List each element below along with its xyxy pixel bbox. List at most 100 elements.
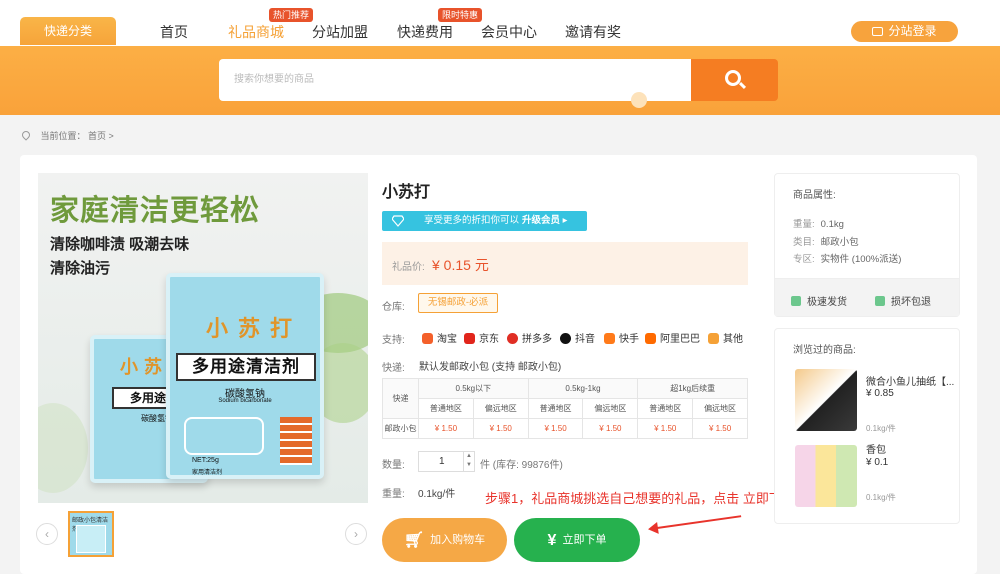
table-cell: ¥ 1.50 bbox=[527, 418, 584, 439]
history-item-price: ¥ 0.85 bbox=[866, 388, 894, 399]
sale-badge: 限时特惠 bbox=[438, 8, 483, 22]
weight-label: 重量: bbox=[382, 489, 405, 500]
vip-message: 享受更多的折扣你可以 bbox=[424, 215, 520, 226]
buy-now-button[interactable]: ¥ 立即下单 bbox=[514, 518, 640, 562]
attributes-panel: 商品属性: 重量: 0.1kg 类目: 邮政小包 专区: 实物件 (100%派送) 极… bbox=[774, 173, 960, 317]
diamond-icon bbox=[392, 215, 404, 227]
nav-fees[interactable]: 快递费用 bbox=[397, 22, 453, 42]
prev-image-button[interactable]: ‹ bbox=[36, 523, 58, 545]
location-icon bbox=[20, 129, 32, 141]
quantity-stepper[interactable]: 1 ▲ ▼ bbox=[418, 451, 475, 472]
package-brand: 小苏打 bbox=[206, 316, 303, 341]
nav-franchise[interactable]: 分站加盟 bbox=[312, 22, 368, 42]
product-thumbnail[interactable]: 邮政小包清洁剂 bbox=[68, 511, 114, 557]
platform-kuaishou: 快手 bbox=[604, 330, 639, 345]
nav-home[interactable]: 首页 bbox=[160, 22, 188, 42]
price-box: 礼品价: ¥ 0.15 元 bbox=[382, 242, 748, 285]
table-row: 邮政小包 ¥ 1.50 ¥ 1.50 ¥ 1.50 ¥ 1.50 ¥ 1.50 … bbox=[382, 418, 748, 439]
vip-upgrade-bar[interactable]: 享受更多的折扣你可以 升级会员 ▸ bbox=[382, 211, 587, 231]
stepper-arrows[interactable]: ▲ ▼ bbox=[463, 452, 474, 471]
shipping-text: 默认发邮政小包 (支持 邮政小包) bbox=[419, 362, 562, 373]
search-button[interactable] bbox=[691, 59, 778, 101]
package-title: 多用途清洁剂 bbox=[176, 353, 316, 381]
search-icon bbox=[725, 70, 741, 86]
step-annotation: 步骤1，礼品商城挑选自己想要的礼品，点击 立即下单 bbox=[485, 491, 795, 506]
nav-member[interactable]: 会员中心 bbox=[481, 22, 537, 42]
platform-douyin: 抖音 bbox=[560, 330, 595, 345]
support-label: 支持: bbox=[382, 335, 405, 346]
history-item-image[interactable] bbox=[795, 445, 857, 507]
add-to-cart-button[interactable]: 🛒︎ 加入购物车 bbox=[382, 518, 507, 562]
breadcrumb-home[interactable]: 首页 > bbox=[88, 131, 114, 141]
warehouse-option[interactable]: 无锡邮政-必派 bbox=[418, 293, 498, 313]
platform-alibaba: 阿里巴巴 bbox=[645, 330, 700, 345]
nav-invite[interactable]: 邀请有奖 bbox=[565, 22, 621, 42]
history-item-weight: 0.1kg/件 bbox=[866, 424, 896, 433]
shipping-label: 快递: bbox=[382, 363, 405, 374]
guarantee-fast: 极速发货 bbox=[791, 293, 847, 308]
next-image-button[interactable]: › bbox=[345, 523, 367, 545]
shipping-table: 快递 0.5kg以下 0.5kg-1kg 超1kg后续重 普通地区 偏远地区 普… bbox=[382, 378, 748, 439]
history-title: 浏览过的商品: bbox=[793, 345, 856, 356]
package-sub-en: Sodium bicarbonate bbox=[218, 398, 272, 404]
history-item-price: ¥ 0.1 bbox=[866, 457, 889, 468]
package-illustration bbox=[184, 417, 264, 455]
kuaishou-icon bbox=[604, 333, 615, 344]
cart-icon: 🛒︎ bbox=[403, 532, 425, 549]
attribute-row: 重量: 0.1kg bbox=[793, 219, 844, 230]
history-item-image[interactable] bbox=[795, 369, 857, 431]
table-subhead: 普通地区 bbox=[637, 398, 694, 419]
guarantee-bar: 极速发货 损坏包退 bbox=[775, 278, 959, 316]
table-corner: 快递 bbox=[382, 378, 419, 419]
table-subhead: 普通地区 bbox=[418, 398, 474, 419]
banner-decoration bbox=[631, 92, 647, 108]
package-net: NET:25g bbox=[192, 457, 219, 464]
table-group: 超1kg后续重 bbox=[637, 378, 748, 399]
alibaba-icon bbox=[645, 333, 656, 344]
qty-label: 数量: bbox=[382, 460, 405, 471]
table-cell: ¥ 1.50 bbox=[418, 418, 474, 439]
table-subhead: 偏远地区 bbox=[472, 398, 529, 419]
platform-jd: 京东 bbox=[464, 330, 499, 345]
station-login-button[interactable]: 分站登录 bbox=[851, 21, 958, 42]
table-subhead: 偏远地区 bbox=[692, 398, 748, 419]
shield-icon bbox=[791, 296, 801, 306]
price-value: ¥ 0.15 元 bbox=[432, 257, 489, 273]
nav-gift-mall[interactable]: 礼品商城 bbox=[228, 22, 284, 42]
platform-other: 其他 bbox=[708, 330, 743, 345]
attribute-row: 类目: 邮政小包 bbox=[793, 237, 859, 248]
table-subhead: 普通地区 bbox=[527, 398, 584, 419]
station-login-label: 分站登录 bbox=[888, 24, 937, 38]
search-input[interactable]: 搜索你想要的商品 bbox=[219, 59, 691, 101]
pinduoduo-icon bbox=[507, 333, 518, 344]
attributes-title: 商品属性: bbox=[793, 190, 836, 201]
history-panel: 浏览过的商品: 微合小鱼儿抽纸【... ¥ 0.85 0.1kg/件 香包 ¥ … bbox=[774, 328, 960, 524]
history-item-name[interactable]: 微合小鱼儿抽纸【... bbox=[866, 373, 954, 388]
guarantee-return: 损坏包退 bbox=[875, 293, 931, 308]
image-headline: 家庭清洁更轻松 bbox=[50, 195, 261, 227]
price-label: 礼品价: bbox=[392, 262, 425, 273]
table-group: 0.5kg以下 bbox=[418, 378, 529, 399]
add-to-cart-label: 加入购物车 bbox=[430, 534, 486, 546]
buy-now-label: 立即下单 bbox=[562, 534, 607, 546]
package-feature-list bbox=[280, 417, 312, 465]
product-image: 家庭清洁更轻松 清除咖啡渍 吸潮去味 清除油污 小苏打 多用途清洁 碳酸氢钠 小… bbox=[38, 173, 368, 503]
breadcrumb: 当前位置： 首页 > bbox=[20, 129, 114, 142]
vip-upgrade-link[interactable]: 升级会员 ▸ bbox=[522, 211, 567, 231]
image-line-1: 清除咖啡渍 吸潮去味 bbox=[50, 236, 190, 253]
warehouse-label: 仓库: bbox=[382, 302, 405, 313]
history-item-name[interactable]: 香包 bbox=[866, 441, 886, 456]
category-button[interactable]: 快递分类 bbox=[20, 17, 116, 45]
breadcrumb-label: 当前位置： bbox=[40, 131, 86, 141]
history-item-weight: 0.1kg/件 bbox=[866, 493, 896, 502]
table-cell: ¥ 1.50 bbox=[637, 418, 694, 439]
taobao-icon bbox=[422, 333, 433, 344]
image-line-2: 清除油污 bbox=[50, 260, 111, 277]
weight-value: 0.1kg/件 bbox=[418, 489, 456, 500]
table-subhead: 偏远地区 bbox=[582, 398, 639, 419]
package-front: 小苏打 多用途清洁剂 碳酸氢钠 Sodium bicarbonate NET:2… bbox=[166, 273, 324, 479]
thumbnail-package bbox=[76, 525, 106, 553]
stock-text: 件 (库存: 99876件) bbox=[480, 460, 563, 471]
yen-icon: ¥ bbox=[547, 532, 557, 549]
top-nav: 快递分类 首页 礼品商城 热门推荐 分站加盟 快递费用 限时特惠 会员中心 邀请… bbox=[0, 0, 1000, 46]
